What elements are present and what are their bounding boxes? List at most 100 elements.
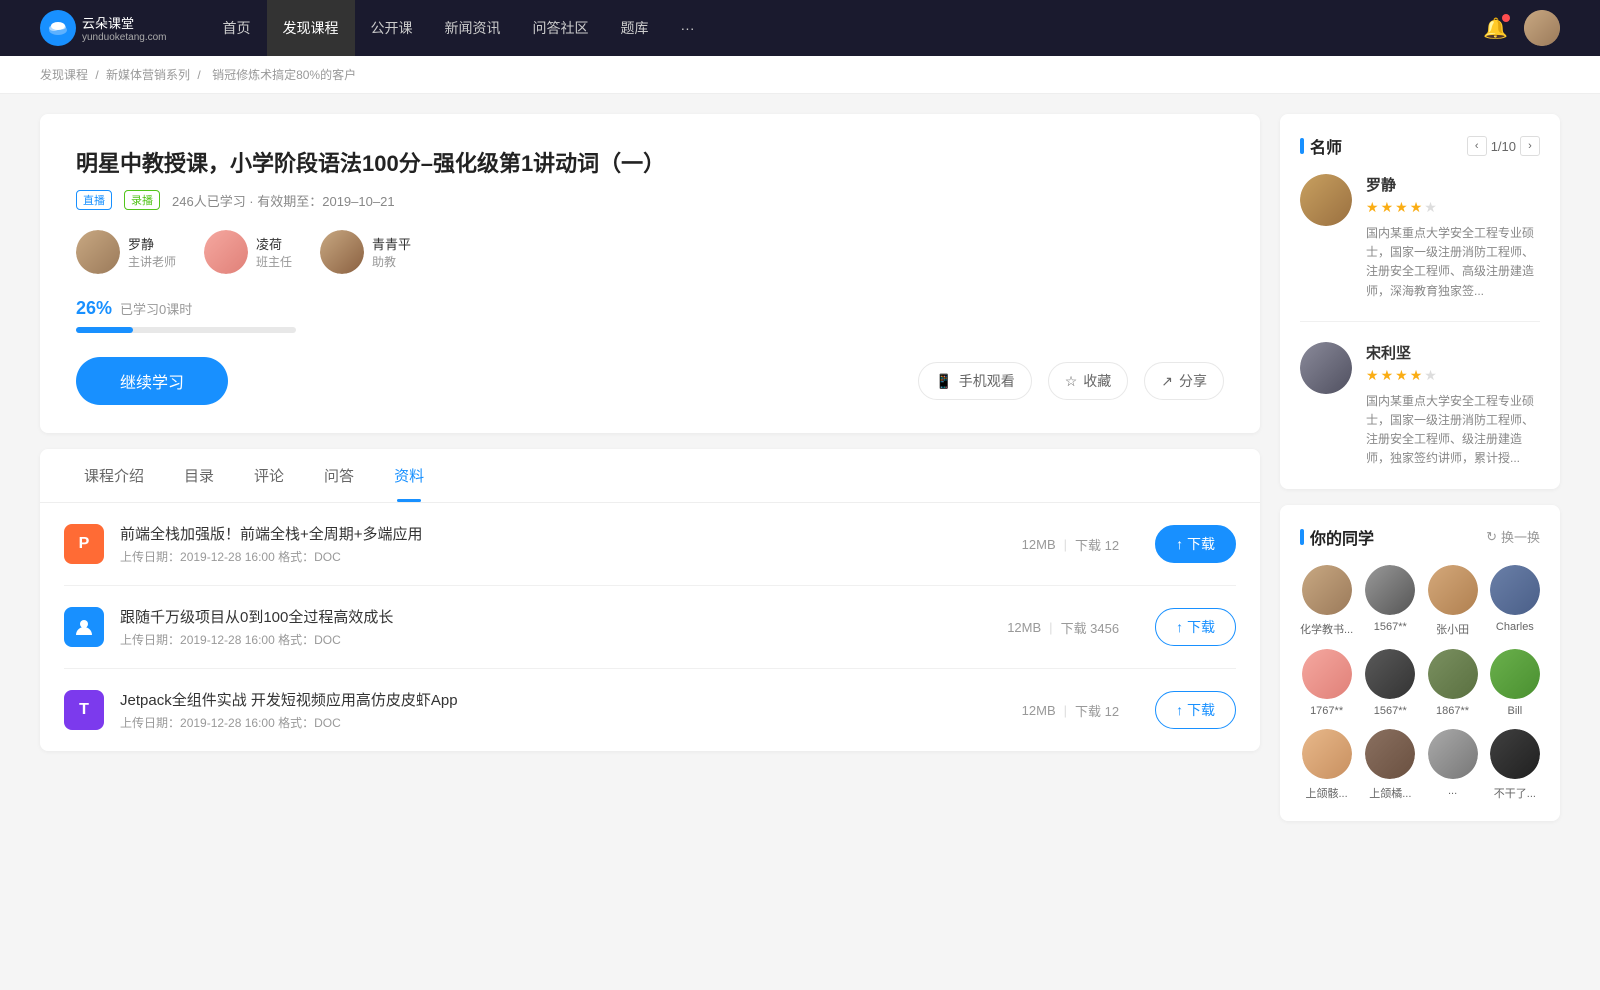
tab-catalog[interactable]: 目录	[164, 449, 234, 502]
nav-quiz[interactable]: 题库	[605, 0, 665, 56]
sidebar-teacher-1-avatar	[1300, 342, 1352, 394]
breadcrumb: 发现课程 / 新媒体营销系列 / 销冠修炼术搞定80%的客户	[0, 56, 1600, 94]
classmate-9-name: 上颌橘...	[1369, 785, 1411, 801]
classmate-4-name: 1767**	[1310, 705, 1343, 717]
continue-study-button[interactable]: 继续学习	[76, 357, 228, 405]
download-button-1[interactable]: ↑ 下载	[1155, 608, 1236, 646]
user-avatar[interactable]	[1524, 10, 1560, 46]
classmate-10[interactable]: ...	[1427, 729, 1477, 801]
classmate-1[interactable]: 1567**	[1365, 565, 1415, 637]
nav-public[interactable]: 公开课	[355, 0, 429, 56]
classmate-9[interactable]: 上颌橘...	[1365, 729, 1415, 801]
notification-bell[interactable]: 🔔	[1483, 16, 1508, 41]
content-area: 明星中教授课，小学阶段语法100分–强化级第1讲动词（一） 直播 录播 246人…	[40, 114, 1260, 837]
teachers-pagination: ‹ 1/10 ›	[1467, 136, 1540, 156]
classmate-4[interactable]: 1767**	[1300, 649, 1353, 717]
classmate-5-avatar	[1365, 649, 1415, 699]
mobile-watch-button[interactable]: 📱 手机观看	[918, 362, 1031, 400]
classmate-1-name: 1567**	[1374, 621, 1407, 633]
nav-more[interactable]: ···	[665, 0, 711, 56]
resource-meta-2: 上传日期：2019-12-28 16:00 格式：DOC	[120, 714, 986, 731]
resource-item-0: P 前端全栈加强版！前端全栈+全周期+多端应用 上传日期：2019-12-28 …	[64, 503, 1236, 586]
sidebar-teacher-0-stars: ★ ★ ★ ★ ★	[1366, 199, 1540, 216]
classmate-7[interactable]: Bill	[1490, 649, 1540, 717]
teachers-list: 罗静 主讲老师 凌荷 班主任	[76, 230, 1224, 274]
logo-icon	[40, 10, 76, 46]
resource-name-0: 前端全栈加强版！前端全栈+全周期+多端应用	[120, 523, 986, 544]
classmates-sidebar-card: 你的同学 ↻ 换一换 化学教书... 1567**	[1280, 505, 1560, 821]
classmate-8-avatar	[1302, 729, 1352, 779]
tab-resources[interactable]: 资料	[374, 449, 444, 502]
progress-section: 26% 已学习0课时	[76, 298, 1224, 333]
classmate-6[interactable]: 1867**	[1427, 649, 1477, 717]
tab-review[interactable]: 评论	[234, 449, 304, 502]
teacher-1-avatar	[204, 230, 248, 274]
progress-bar-bg	[76, 327, 296, 333]
classmate-3[interactable]: Charles	[1490, 565, 1540, 637]
classmate-3-name: Charles	[1496, 621, 1534, 633]
nav-items: 首页 发现课程 公开课 新闻资讯 问答社区 题库 ···	[207, 0, 1484, 56]
course-meta-text: 246人已学习 · 有效期至：2019–10–21	[172, 191, 395, 210]
classmate-0[interactable]: 化学教书...	[1300, 565, 1353, 637]
resource-info-1: 跟随千万级项目从0到100全过程高效成长 上传日期：2019-12-28 16:…	[120, 606, 971, 648]
notification-dot	[1502, 14, 1510, 22]
classmate-8[interactable]: 上颌骸...	[1300, 729, 1353, 801]
breadcrumb-series[interactable]: 新媒体营销系列	[106, 68, 190, 82]
share-button[interactable]: ↗ 分享	[1144, 362, 1224, 400]
sidebar-teacher-0-desc: 国内某重点大学安全工程专业硕士，国家一级注册消防工程师、注册安全工程师、高级注册…	[1366, 224, 1540, 301]
nav-news[interactable]: 新闻资讯	[429, 0, 517, 56]
sidebar-teacher-1-name: 宋利坚	[1366, 342, 1540, 363]
teacher-0-role: 主讲老师	[128, 253, 176, 270]
classmate-2-name: 张小田	[1436, 621, 1469, 637]
resource-item-1: 跟随千万级项目从0到100全过程高效成长 上传日期：2019-12-28 16:…	[64, 586, 1236, 669]
course-meta: 直播 录播 246人已学习 · 有效期至：2019–10–21	[76, 190, 1224, 210]
classmates-grid: 化学教书... 1567** 张小田	[1300, 565, 1540, 801]
classmate-4-avatar	[1302, 649, 1352, 699]
resource-meta-0: 上传日期：2019-12-28 16:00 格式：DOC	[120, 548, 986, 565]
refresh-classmates-button[interactable]: ↻ 换一换	[1486, 527, 1540, 546]
classmate-10-avatar	[1428, 729, 1478, 779]
classmate-6-name: 1867**	[1436, 705, 1469, 717]
avatar-image	[1524, 10, 1560, 46]
resource-icon-1	[64, 607, 104, 647]
progress-percentage: 26%	[76, 298, 112, 319]
logo-text: 云朵课堂	[82, 13, 167, 32]
tab-qa[interactable]: 问答	[304, 449, 374, 502]
teacher-1-role: 班主任	[256, 253, 292, 270]
classmate-0-name: 化学教书...	[1300, 621, 1353, 637]
breadcrumb-discover[interactable]: 发现课程	[40, 68, 88, 82]
download-button-2[interactable]: ↑ 下载	[1155, 691, 1236, 729]
next-page-button[interactable]: ›	[1520, 136, 1540, 156]
action-buttons: 📱 手机观看 ☆ 收藏 ↗ 分享	[918, 362, 1224, 400]
progress-bar-fill	[76, 327, 133, 333]
resource-name-1: 跟随千万级项目从0到100全过程高效成长	[120, 606, 971, 627]
sidebar-teacher-0-name: 罗静	[1366, 174, 1540, 195]
badge-live: 直播	[76, 190, 112, 210]
resource-stats-1: 12MB | 下载 3456	[1007, 618, 1119, 637]
navigation: 云朵课堂 yunduoketang.com 首页 发现课程 公开课 新闻资讯 问…	[0, 0, 1600, 56]
main-layout: 明星中教授课，小学阶段语法100分–强化级第1讲动词（一） 直播 录播 246人…	[0, 94, 1600, 857]
logo[interactable]: 云朵课堂 yunduoketang.com	[40, 10, 167, 46]
nav-home[interactable]: 首页	[207, 0, 267, 56]
tab-intro[interactable]: 课程介绍	[64, 449, 164, 502]
favorite-button[interactable]: ☆ 收藏	[1048, 362, 1129, 400]
classmate-2[interactable]: 张小田	[1427, 565, 1477, 637]
prev-page-button[interactable]: ‹	[1467, 136, 1487, 156]
classmate-11[interactable]: 不干了...	[1490, 729, 1540, 801]
resource-item-2: T Jetpack全组件实战 开发短视频应用高仿皮皮虾App 上传日期：2019…	[64, 669, 1236, 751]
classmate-5[interactable]: 1567**	[1365, 649, 1415, 717]
classmate-9-avatar	[1365, 729, 1415, 779]
classmate-11-name: 不干了...	[1494, 785, 1536, 801]
resource-stats-2: 12MB | 下载 12	[1022, 701, 1119, 720]
sidebar-teacher-1-stars: ★ ★ ★ ★ ★	[1366, 367, 1540, 384]
nav-discover[interactable]: 发现课程	[267, 0, 355, 56]
teacher-1-name: 凌荷	[256, 234, 292, 253]
nav-qa[interactable]: 问答社区	[517, 0, 605, 56]
download-button-0[interactable]: ↑ 下载	[1155, 525, 1236, 563]
teacher-2-name: 青青平	[372, 234, 411, 253]
sidebar-teacher-0: 罗静 ★ ★ ★ ★ ★ 国内某重点大学安全工程专业硕士，国家一级注册消防工程师…	[1300, 174, 1540, 322]
teacher-0: 罗静 主讲老师	[76, 230, 176, 274]
classmate-8-name: 上颌骸...	[1306, 785, 1348, 801]
page-indicator: 1/10	[1491, 139, 1516, 154]
resources-list: P 前端全栈加强版！前端全栈+全周期+多端应用 上传日期：2019-12-28 …	[40, 503, 1260, 751]
